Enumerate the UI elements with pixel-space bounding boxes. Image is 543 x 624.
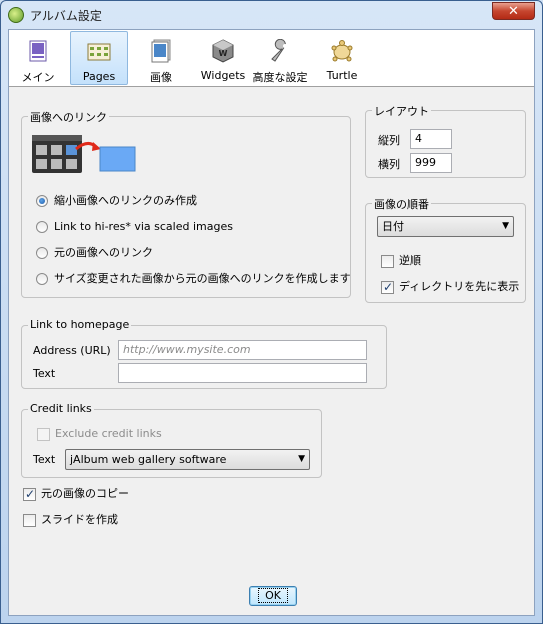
reverse-order-checkbox[interactable] (381, 255, 394, 268)
radio-scaled-to-original[interactable] (36, 273, 48, 285)
tab-widgets[interactable]: W Widgets (193, 31, 253, 85)
credit-text-select[interactable]: jAlbum web gallery software ▼ (65, 449, 310, 470)
window-title: アルバム設定 (30, 9, 102, 23)
make-slides-checkbox[interactable] (23, 514, 36, 527)
album-settings-window: アルバム設定 ✕ メイン Pages 画像 W Widgets 高度な設定 Tu… (0, 0, 543, 624)
radio-thumbnail-only[interactable] (36, 195, 48, 207)
image-order-group: 画像の順番 日付 ▼ 逆順 ディレクトリを先に表示 (365, 196, 526, 303)
exclude-credit-label: Exclude credit links (55, 427, 162, 440)
address-label: Address (URL) (33, 344, 111, 357)
chevron-down-icon: ▼ (298, 454, 305, 464)
radio-scaled-to-original-label: サイズ変更された画像から元の画像へのリンクを作成します (54, 272, 351, 285)
exclude-credit-checkbox[interactable] (37, 428, 50, 441)
dialog-body: メイン Pages 画像 W Widgets 高度な設定 Turtle 画像への… (8, 29, 535, 616)
radio-original-label: 元の画像へのリンク (54, 246, 153, 259)
layout-group: レイアウト 縦列 4 横列 999 (365, 103, 526, 178)
tab-advanced-label: 高度な設定 (252, 71, 308, 84)
tab-turtle-label: Turtle (326, 69, 358, 82)
turtle-icon (331, 40, 353, 62)
main-icon (29, 40, 47, 62)
dirs-first-label: ディレクトリを先に表示 (399, 280, 520, 293)
svg-text:W: W (219, 49, 228, 58)
credit-links-legend: Credit links (28, 402, 94, 415)
thumbnail-link-illustration-icon (32, 135, 136, 173)
sort-order-value: 日付 (382, 220, 404, 233)
reverse-order-label: 逆順 (399, 254, 421, 267)
credit-text-label: Text (33, 453, 56, 466)
ok-button-label: OK (258, 588, 288, 603)
tab-turtle[interactable]: Turtle (317, 31, 367, 85)
pages-icon (87, 43, 111, 61)
rows-input[interactable]: 999 (410, 153, 452, 173)
wrench-icon (271, 39, 287, 62)
radio-thumbnail-only-label: 縮小画像へのリンクのみ作成 (54, 194, 197, 207)
layout-legend: レイアウト (372, 103, 431, 119)
tab-widgets-label: Widgets (200, 69, 246, 82)
copy-originals-checkbox[interactable] (23, 486, 36, 502)
columns-label: 縦列 (378, 134, 400, 147)
title-bar[interactable]: アルバム設定 ✕ (1, 1, 542, 29)
make-slides-label: スライドを作成 (41, 513, 118, 526)
rows-label: 横列 (378, 158, 400, 171)
radio-hires[interactable] (36, 221, 48, 233)
homepage-legend: Link to homepage (28, 318, 132, 331)
radio-hires-label: Link to hi-res* via scaled images (54, 220, 233, 233)
sort-order-select[interactable]: 日付 ▼ (377, 216, 514, 237)
image-link-group: 画像へのリンク 縮小画像へのリンクのみ作成 Link to hi-res* vi… (21, 109, 351, 298)
close-button[interactable]: ✕ (492, 2, 535, 20)
radio-original[interactable] (36, 247, 48, 259)
images-icon (151, 39, 171, 63)
dirs-first-checkbox[interactable] (381, 279, 394, 295)
widgets-icon: W (212, 39, 234, 63)
tab-main-label: メイン (21, 71, 55, 84)
homepage-group: Link to homepage Address (URL) http://ww… (21, 318, 387, 389)
settings-toolbar: メイン Pages 画像 W Widgets 高度な設定 Turtle (9, 30, 534, 87)
copy-originals-label: 元の画像のコピー (41, 487, 129, 500)
credit-links-group: Credit links Exclude credit links Text j… (21, 402, 322, 478)
image-order-legend: 画像の順番 (372, 196, 431, 212)
columns-input[interactable]: 4 (410, 129, 452, 149)
tab-pages-label: Pages (82, 70, 116, 83)
tab-main[interactable]: メイン (12, 31, 64, 85)
address-input[interactable]: http://www.mysite.com (118, 340, 367, 360)
tab-images-label: 画像 (150, 71, 172, 84)
jalbum-app-icon (8, 7, 24, 23)
tab-pages[interactable]: Pages (70, 31, 128, 85)
homepage-text-label: Text (33, 367, 56, 380)
image-link-legend: 画像へのリンク (28, 109, 109, 125)
chevron-down-icon: ▼ (502, 221, 509, 231)
tab-images[interactable]: 画像 (135, 31, 187, 85)
tab-advanced[interactable]: 高度な設定 (249, 31, 311, 85)
homepage-text-input[interactable] (118, 363, 367, 383)
credit-text-value: jAlbum web gallery software (70, 453, 227, 466)
ok-button[interactable]: OK (249, 586, 297, 606)
